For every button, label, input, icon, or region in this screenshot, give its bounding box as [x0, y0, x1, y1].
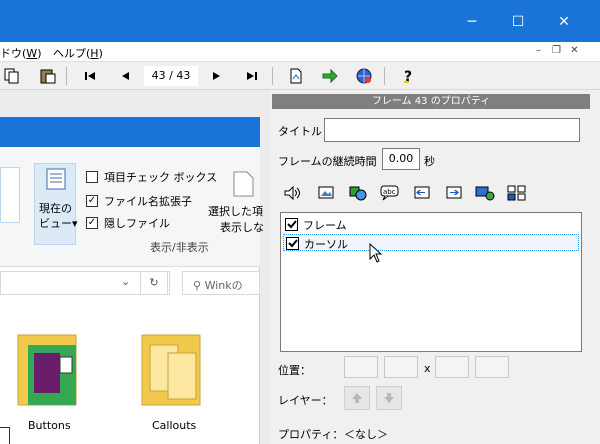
- position-separator: x: [424, 362, 431, 375]
- previous-frame-icon[interactable]: [116, 66, 136, 86]
- search-icon: ⚲: [193, 279, 205, 292]
- mouse-cursor-icon: [369, 243, 383, 263]
- web-browser-icon[interactable]: [354, 66, 374, 86]
- layer-down-button[interactable]: [376, 386, 402, 410]
- duration-input[interactable]: 0.00: [382, 148, 420, 170]
- add-callout-icon[interactable]: abc: [378, 182, 400, 204]
- folder-icon: [141, 334, 201, 406]
- layer-label: レイヤー：: [278, 394, 333, 407]
- help-icon[interactable]: ?: [398, 66, 418, 86]
- hide-selected-label1: 選択した項: [208, 205, 263, 218]
- minimize-button[interactable]: ─: [462, 12, 482, 32]
- current-view-label2: ビュー▾: [39, 217, 78, 230]
- frame-counter: 43 / 43: [144, 66, 198, 86]
- properties-panel: フレーム 43 のプロパティ タイトル フレームの継続時間 0.00 秒 abc…: [272, 90, 590, 444]
- add-image-icon[interactable]: [314, 182, 336, 204]
- list-item-frame[interactable]: フレーム: [283, 216, 579, 233]
- add-next-button-icon[interactable]: [442, 182, 464, 204]
- list-item-cursor[interactable]: カーソル: [283, 234, 579, 251]
- item-label: カーソル: [304, 238, 348, 251]
- folder-label: Callouts: [152, 419, 197, 432]
- position-y-input[interactable]: [384, 356, 418, 378]
- frame-preview: 現在の ビュー▾ 項目チェック ボックス ✓ ファイル名拡張子 ✓ 隠しファイル…: [0, 90, 270, 444]
- current-view-label1: 現在の: [39, 202, 72, 215]
- layer-up-button[interactable]: [344, 386, 370, 410]
- close-button[interactable]: ✕: [554, 12, 574, 32]
- duration-unit: 秒: [424, 155, 435, 168]
- svg-text:abc: abc: [383, 188, 396, 196]
- add-link-button-icon[interactable]: [474, 182, 496, 204]
- menu-bar: ドウ(W) ヘルプ(H) – ❐ ✕: [0, 42, 600, 62]
- ribbon-group-label: 表示/非表示: [150, 241, 209, 254]
- current-view-icon: [46, 168, 66, 190]
- maximize-button[interactable]: ☐: [508, 12, 528, 32]
- project-document-icon[interactable]: [286, 66, 306, 86]
- hide-selected-label2: 表示しな: [220, 221, 264, 234]
- hide-selected-icon: [233, 171, 254, 197]
- position-x-input[interactable]: [344, 356, 378, 378]
- duration-label: フレームの継続時間: [278, 155, 377, 168]
- property-value: ＜なし＞: [344, 428, 388, 441]
- explorer-window: 現在の ビュー▾ 項目チェック ボックス ✓ ファイル名拡張子 ✓ 隠しファイル…: [0, 117, 264, 444]
- size-height-input[interactable]: [475, 356, 509, 378]
- folder-icon: [17, 334, 77, 406]
- add-shape-icon[interactable]: [346, 182, 368, 204]
- title-bar: ─ ☐ ✕: [0, 0, 600, 42]
- item-label: フレーム: [303, 219, 347, 232]
- menu-help[interactable]: ヘルプ(H): [53, 45, 103, 61]
- toolbar-separator: [66, 67, 67, 85]
- next-frame-icon[interactable]: [206, 66, 226, 86]
- toolbar: 43 / 43 ?: [0, 62, 600, 90]
- last-frame-icon[interactable]: [242, 66, 262, 86]
- menu-window[interactable]: ドウ(W): [0, 45, 41, 61]
- copy-icon[interactable]: [2, 66, 22, 86]
- file-ext-toggle: ✓: [86, 195, 98, 207]
- toolbar-separator: [272, 67, 273, 85]
- refresh-icon: ↻: [140, 271, 168, 295]
- hidden-files-label: 隠しファイル: [104, 217, 170, 230]
- render-arrow-icon[interactable]: [320, 66, 340, 86]
- add-back-button-icon[interactable]: [410, 182, 432, 204]
- title-input[interactable]: [324, 118, 580, 142]
- selected-item-outline: [0, 427, 10, 444]
- explorer-titlebar: [0, 117, 260, 147]
- explorer-ribbon: 現在の ビュー▾ 項目チェック ボックス ✓ ファイル名拡張子 ✓ 隠しファイル…: [0, 147, 264, 267]
- first-frame-icon[interactable]: [80, 66, 100, 86]
- item-checkbox-toggle: [86, 171, 98, 183]
- item-checkbox[interactable]: [286, 237, 299, 250]
- mdi-minimize-icon[interactable]: –: [532, 45, 545, 58]
- current-view-button: 現在の ビュー▾: [34, 163, 78, 245]
- mdi-restore-icon[interactable]: ❐: [550, 45, 563, 58]
- size-width-input[interactable]: [435, 356, 469, 378]
- add-menu-icon[interactable]: [506, 182, 528, 204]
- file-ext-label: ファイル名拡張子: [104, 195, 192, 208]
- folder-label: Buttons: [28, 419, 71, 432]
- layout-gallery: [0, 167, 20, 223]
- frame-items-list[interactable]: フレーム カーソル: [280, 212, 582, 352]
- title-label: タイトル: [278, 125, 322, 138]
- item-checkbox[interactable]: [285, 218, 298, 231]
- mdi-close-icon[interactable]: ✕: [568, 45, 581, 58]
- panel-header: フレーム 43 のプロパティ: [272, 94, 590, 109]
- search-input: ⚲ Winkの: [182, 271, 260, 295]
- property-label: プロパティ：: [278, 428, 344, 441]
- chevron-down-icon: ⌄: [121, 275, 131, 288]
- add-sound-icon[interactable]: [282, 182, 304, 204]
- paste-icon[interactable]: [38, 66, 58, 86]
- hidden-files-toggle: ✓: [86, 217, 98, 229]
- item-checkbox-label: 項目チェック ボックス: [104, 171, 218, 184]
- position-label: 位置：: [278, 364, 311, 377]
- toolbar-separator: [384, 67, 385, 85]
